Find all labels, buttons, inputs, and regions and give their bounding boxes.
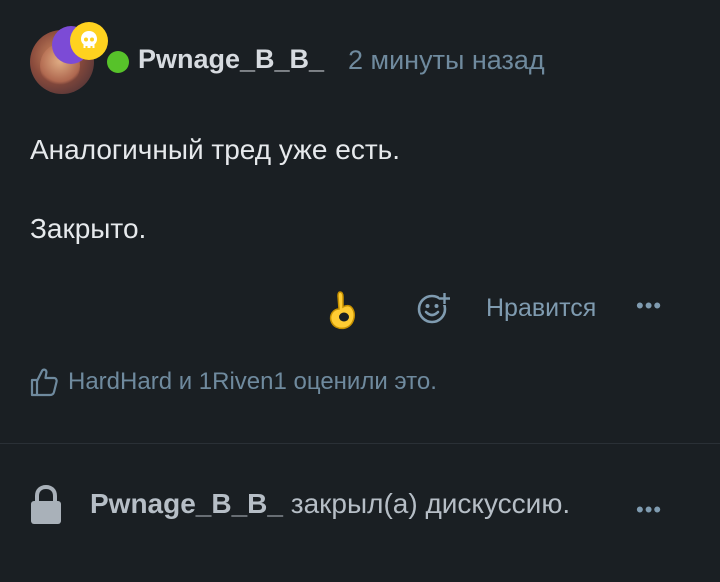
post-body-line-2: Закрыто.	[30, 213, 147, 244]
smiley-plus-icon[interactable]	[416, 290, 452, 326]
ok-hand-reaction-icon[interactable]	[326, 288, 362, 332]
event-action: закрыл(а) дискуссию.	[290, 488, 571, 519]
event-text: Pwnage_B_B_ закрыл(а) дискуссию.	[90, 488, 570, 520]
event-more-button[interactable]: •••	[636, 497, 662, 523]
likes-text: HardHard и 1Riven1 оценили это.	[68, 368, 437, 395]
post-more-button[interactable]: •••	[636, 293, 662, 319]
thumbs-up-icon	[30, 367, 58, 397]
system-event: Pwnage_B_B_ закрыл(а) дискуссию. •••	[0, 444, 720, 582]
post-body-line-1: Аналогичный тред уже есть.	[30, 134, 401, 165]
author-name[interactable]: Pwnage_B_B_	[138, 44, 324, 75]
online-status-dot	[107, 51, 129, 73]
post: Pwnage_B_B_ 2 минуты назад Аналогичный т…	[0, 0, 720, 443]
avatar[interactable]	[30, 22, 108, 94]
post-timestamp[interactable]: 2 минуты назад	[348, 45, 545, 76]
event-user[interactable]: Pwnage_B_B_	[90, 488, 283, 519]
skull-badge-icon	[70, 22, 108, 60]
like-button[interactable]: Нравится	[486, 294, 596, 323]
lock-icon	[28, 484, 64, 526]
